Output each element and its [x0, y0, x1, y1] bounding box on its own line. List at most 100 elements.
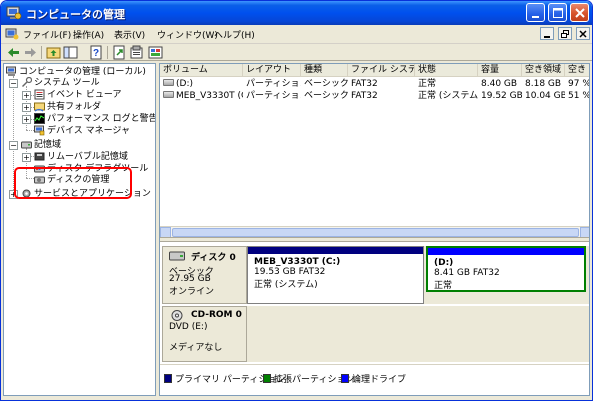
disk-size: 27.95 GB: [169, 274, 211, 284]
settings-icon[interactable]: [148, 45, 163, 60]
tree-guide: [26, 130, 34, 131]
column-header-type[interactable]: 種類: [301, 64, 348, 77]
minimize-icon: [544, 36, 551, 38]
menu-help[interactable]: ヘルプ(H): [214, 28, 255, 41]
primary-partition-bar: [248, 247, 423, 254]
export-list-icon[interactable]: [112, 45, 127, 60]
column-header-volume[interactable]: ボリューム: [160, 64, 243, 77]
navigation-tree: コンピュータの管理 (ローカル) − システム ツール + イベント ビューア …: [3, 63, 156, 396]
percent-free-cell: 51 %: [568, 91, 590, 101]
maximize-icon: [553, 8, 563, 18]
column-header-status[interactable]: 状態: [415, 64, 478, 77]
partition-name: MEB_V3330T (C:): [254, 257, 341, 267]
restore-icon: [561, 30, 570, 38]
menu-action[interactable]: 操作(A): [73, 28, 104, 41]
capacity-cell: 19.52 GB: [481, 91, 522, 101]
tree-item-removable-storage[interactable]: リムーバブル記憶域: [34, 151, 128, 163]
computer-icon: [6, 66, 16, 76]
layout-cell: パーティション: [246, 91, 301, 101]
partition-status: 正常 (システム): [254, 280, 318, 290]
status-bar: [1, 397, 592, 400]
menu-file[interactable]: ファイル(F): [23, 28, 71, 41]
status-cell: 正常 (システム): [418, 91, 478, 101]
up-folder-icon[interactable]: [46, 45, 61, 60]
horizontal-scrollbar[interactable]: [160, 226, 589, 238]
partition-legend: プライマリ パーティション 拡張パーティション 論理ドライブ: [160, 364, 589, 395]
volume-row[interactable]: MEB_V3330T (C:) パーティション ベーシック FAT32 正常 (…: [160, 90, 590, 102]
tree-item-label: コンピュータの管理 (ローカル): [19, 67, 146, 77]
title-bar[interactable]: コンピュータの管理: [1, 1, 592, 25]
expand-toggle[interactable]: +: [22, 91, 31, 100]
expand-toggle[interactable]: +: [22, 153, 31, 162]
help-icon[interactable]: ?: [89, 45, 104, 60]
column-header-filesystem[interactable]: ファイル システム: [348, 64, 415, 77]
properties-icon[interactable]: [129, 45, 144, 60]
scroll-thumb[interactable]: [172, 228, 579, 237]
partition-size: 8.41 GB FAT32: [434, 268, 500, 278]
tree-item-device-manager[interactable]: デバイス マネージャ: [34, 125, 130, 137]
partition-d[interactable]: (D:) 8.41 GB FAT32 正常: [426, 246, 586, 292]
annotation-highlight: [14, 167, 132, 199]
computer-management-window: コンピュータの管理 ファイル(F) 操作(A) 表示(V) ウィンドウ(W) ヘ…: [0, 0, 593, 401]
event-viewer-icon: [34, 89, 45, 100]
partition-c[interactable]: MEB_V3330T (C:) 19.53 GB FAT32 正常 (システム): [247, 246, 424, 304]
collapse-toggle[interactable]: −: [9, 141, 18, 150]
filesystem-cell: FAT32: [351, 79, 378, 89]
volume-list-header: ボリューム レイアウト 種類 ファイル システム 状態 容量 空き領域 空き: [160, 64, 589, 77]
column-header-layout[interactable]: レイアウト: [243, 64, 301, 77]
primary-swatch: [164, 374, 172, 383]
menu-window[interactable]: ウィンドウ(W): [157, 28, 218, 41]
tools-icon: [22, 77, 32, 87]
toolbar-separator: [41, 46, 42, 59]
expand-toggle[interactable]: +: [22, 103, 31, 112]
mdi-restore-button[interactable]: [558, 27, 573, 40]
tree-item-event-viewer[interactable]: イベント ビューア: [34, 89, 122, 101]
status-cell: 正常: [418, 79, 437, 89]
partition-name: (D:): [434, 258, 454, 268]
collapse-toggle[interactable]: −: [9, 79, 18, 88]
hard-disk-icon: [169, 251, 185, 261]
forward-arrow-icon[interactable]: [23, 45, 38, 60]
tree-item-label: リムーバブル記憶域: [47, 152, 128, 162]
mdi-controls: [539, 27, 590, 41]
computer-management-icon: [6, 6, 22, 20]
mdi-minimize-button[interactable]: [540, 27, 555, 40]
expand-toggle[interactable]: +: [22, 115, 31, 124]
svg-text:?: ?: [93, 48, 99, 59]
device-manager-icon: [34, 125, 45, 136]
shared-folder-icon: [34, 102, 45, 112]
cdrom-type: DVD (E:): [169, 322, 208, 332]
menu-bar: ファイル(F) 操作(A) 表示(V) ウィンドウ(W) ヘルプ(H): [1, 25, 592, 44]
tree-item-storage[interactable]: 記憶域: [21, 139, 61, 151]
performance-icon: [34, 113, 45, 124]
column-header-percent-free[interactable]: 空き: [565, 64, 589, 77]
percent-free-cell: 97 %: [568, 79, 590, 89]
disk-0-partitions: MEB_V3330T (C:) 19.53 GB FAT32 正常 (システム)…: [247, 246, 589, 304]
tree-item-performance-logs[interactable]: パフォーマンス ログと警告: [34, 113, 155, 125]
menu-view[interactable]: 表示(V): [114, 28, 145, 41]
disk-graphical-view: ディスク 0 ベーシック 27.95 GB オンライン MEB_V3330T (…: [160, 242, 589, 364]
window-title: コンピュータの管理: [26, 8, 125, 21]
maximize-button[interactable]: [548, 3, 567, 22]
volume-name: (D:): [176, 79, 193, 89]
volume-row[interactable]: (D:) パーティション ベーシック FAT32 正常 8.40 GB 8.18…: [160, 78, 590, 90]
cdrom-status: メディアなし: [169, 343, 223, 353]
column-header-free-space[interactable]: 空き領域: [522, 64, 565, 77]
tree-item-label: 共有フォルダ: [47, 102, 102, 112]
tree-item-system-tools[interactable]: システム ツール: [21, 77, 100, 89]
show-tree-icon[interactable]: [63, 45, 78, 60]
disk-0-label[interactable]: ディスク 0 ベーシック 27.95 GB オンライン: [162, 246, 247, 304]
mdi-close-button[interactable]: [576, 27, 590, 40]
drive-icon: [163, 79, 174, 86]
disk-status: オンライン: [169, 287, 215, 297]
details-pane: ボリューム レイアウト 種類 ファイル システム 状態 容量 空き領域 空き (…: [159, 63, 590, 396]
extended-swatch: [263, 374, 271, 383]
tree-item-shared-folders[interactable]: 共有フォルダ: [34, 101, 101, 113]
toolbar-separator: [107, 46, 108, 59]
column-header-capacity[interactable]: 容量: [478, 64, 522, 77]
close-button[interactable]: [570, 3, 589, 22]
back-arrow-icon[interactable]: [6, 45, 21, 60]
minimize-button[interactable]: [526, 3, 545, 22]
cdrom-0-label[interactable]: CD-ROM 0 DVD (E:) メディアなし: [162, 306, 247, 362]
document-icon[interactable]: [5, 28, 19, 41]
